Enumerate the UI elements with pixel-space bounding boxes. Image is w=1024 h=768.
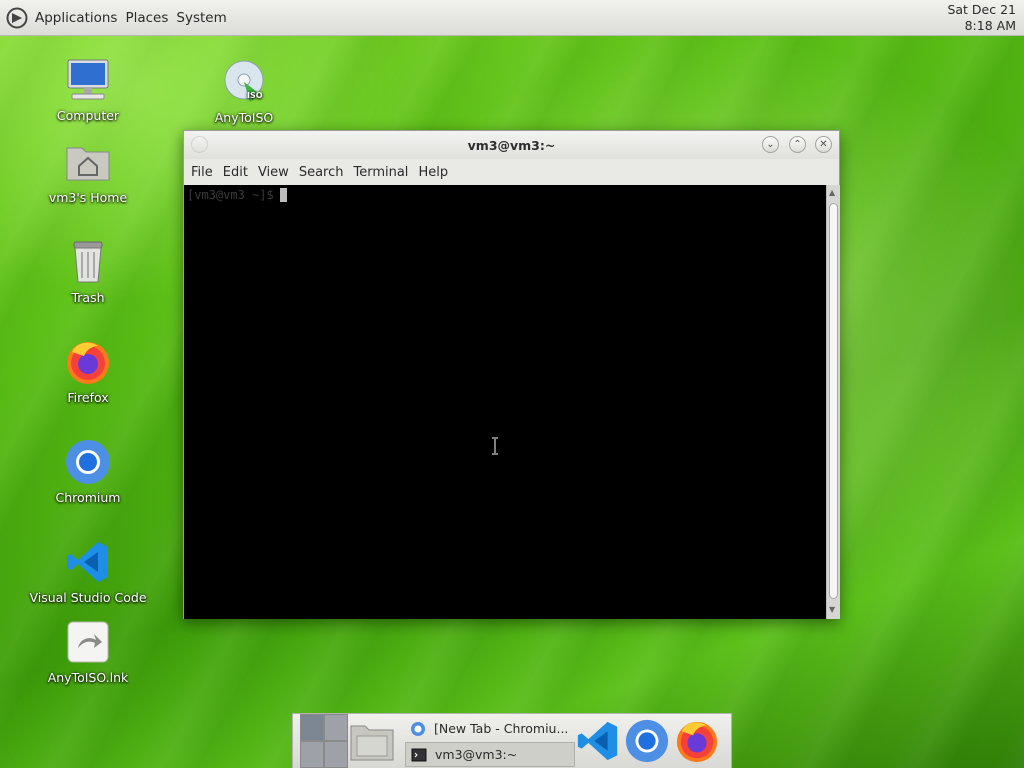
home-folder-icon	[66, 147, 110, 181]
ibeam-cursor-icon	[492, 437, 498, 455]
clock-time: 8:18 AM	[964, 18, 1016, 33]
task-label: vm3@vm3:~	[435, 747, 518, 762]
desktop-icon-anytoiso[interactable]: ISO AnyToISO	[179, 58, 309, 125]
shortcut-icon	[67, 621, 109, 663]
svg-text:ISO: ISO	[247, 91, 263, 100]
chromium-icon	[66, 440, 110, 484]
disc-iso-icon: ISO	[224, 60, 264, 102]
vscode-icon[interactable]	[575, 718, 621, 764]
desktop-icon-trash[interactable]: Trash	[23, 238, 153, 305]
desktop-icon-firefox[interactable]: Firefox	[23, 338, 153, 405]
top-panel: Applications Places System Sat Dec 21 8:…	[0, 0, 1024, 36]
bottom-panel: [New Tab - Chromiu... vm3@vm3:~	[292, 713, 732, 768]
desktop-icon-label: Computer	[56, 108, 120, 123]
vscode-icon	[67, 542, 108, 582]
desktop-icon-chromium[interactable]: Chromium	[23, 438, 153, 505]
menu-search[interactable]: Search	[294, 165, 349, 180]
maximize-button[interactable]: ⌃	[789, 136, 806, 153]
desktop-icon-label: Firefox	[67, 390, 109, 405]
desktop-icon-label: Visual Studio Code	[29, 590, 147, 605]
prompt-text: [vm3@vm3 ~]$	[187, 188, 274, 202]
close-button[interactable]: ✕	[815, 136, 832, 153]
chromium-icon[interactable]	[624, 718, 670, 764]
scroll-down-icon[interactable]: ▼	[829, 605, 835, 614]
desktop-icon-vscode[interactable]: Visual Studio Code	[23, 538, 153, 605]
firefox-icon[interactable]	[674, 718, 720, 764]
minimize-button[interactable]: ⌄	[762, 136, 779, 153]
menu-help[interactable]: Help	[413, 165, 453, 180]
window-menu-icon[interactable]	[191, 136, 208, 153]
trash-icon	[73, 241, 103, 283]
menu-applications[interactable]: Applications	[31, 10, 121, 26]
task-chromium[interactable]: [New Tab - Chromiu...	[405, 716, 575, 741]
menu-edit[interactable]: Edit	[218, 165, 253, 180]
menu-system[interactable]: System	[172, 10, 230, 26]
desktop-icon-home[interactable]: vm3's Home	[23, 138, 153, 205]
chromium-icon	[411, 721, 425, 736]
terminal-window[interactable]: vm3@vm3:~ ⌄ ⌃ ✕ File Edit View Search Te…	[183, 130, 840, 619]
desktop-icon-anytoiso-lnk[interactable]: AnyToISO.lnk	[23, 618, 153, 685]
terminal-icon	[411, 748, 427, 761]
desktop-icon-label: Trash	[71, 290, 105, 305]
distro-logo-icon[interactable]	[6, 7, 28, 29]
desktop-icon-label: vm3's Home	[48, 190, 128, 205]
workspace-4[interactable]	[324, 741, 348, 768]
menu-places[interactable]: Places	[121, 10, 172, 26]
window-title: vm3@vm3:~	[467, 137, 556, 153]
task-terminal[interactable]: vm3@vm3:~	[405, 742, 575, 767]
terminal-scrollbar[interactable]: ▲ ▼	[826, 185, 840, 619]
scroll-up-icon[interactable]: ▲	[829, 188, 835, 197]
workspace-3[interactable]	[300, 741, 324, 768]
desktop-icon-label: AnyToISO.lnk	[47, 670, 129, 685]
clock[interactable]: Sat Dec 21 8:18 AM	[947, 2, 1016, 34]
window-titlebar[interactable]: vm3@vm3:~ ⌄ ⌃ ✕	[184, 131, 839, 159]
computer-icon	[67, 59, 109, 100]
workspace-switcher[interactable]	[300, 714, 348, 768]
desktop-icon-label: AnyToISO	[214, 110, 274, 125]
menu-view[interactable]: View	[253, 165, 294, 180]
menu-terminal[interactable]: Terminal	[348, 165, 413, 180]
firefox-icon	[67, 342, 109, 384]
desktop-icon-computer[interactable]: Computer	[23, 56, 153, 123]
show-desktop-folder-icon[interactable]	[349, 720, 395, 764]
workspace-2[interactable]	[324, 714, 348, 741]
menu-file[interactable]: File	[186, 165, 218, 180]
task-label: [New Tab - Chromiu...	[434, 721, 569, 736]
scrollbar-thumb[interactable]	[829, 203, 838, 599]
terminal-area[interactable]: [vm3@vm3 ~]$	[184, 185, 826, 619]
text-cursor	[279, 188, 287, 202]
window-menubar: File Edit View Search Terminal Help	[184, 159, 839, 185]
clock-date: Sat Dec 21	[947, 2, 1016, 17]
desktop-icon-label: Chromium	[55, 490, 121, 505]
workspace-1[interactable]	[300, 714, 324, 741]
shell-prompt: [vm3@vm3 ~]$	[187, 188, 287, 202]
